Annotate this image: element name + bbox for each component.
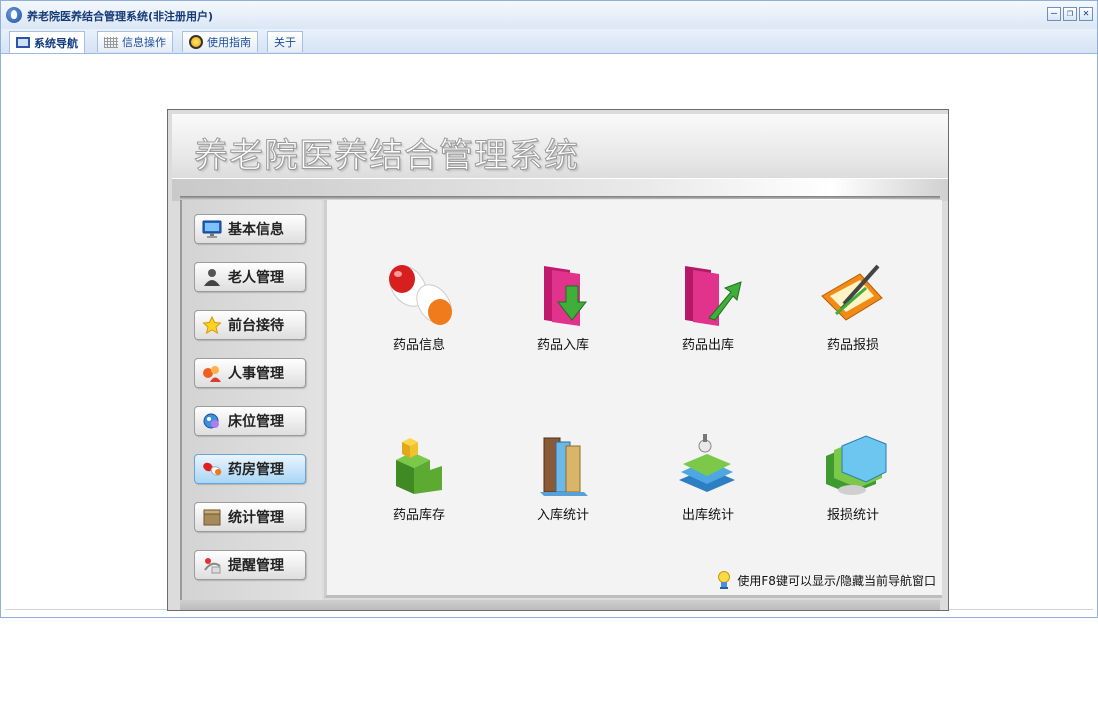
close-button[interactable]: ✕ (1079, 7, 1093, 21)
pencil-edit-icon (816, 262, 890, 328)
module-drug-info[interactable]: 药品信息 (364, 262, 474, 353)
sidebar-item-elder-management[interactable]: 老人管理 (194, 262, 306, 292)
module-label: 药品库存 (392, 508, 445, 523)
module-label: 药品信息 (392, 338, 445, 353)
sidebar-item-statistics[interactable]: 统计管理 (194, 502, 306, 532)
window-title: 养老院医养结合管理系统(非注册用户) (27, 10, 214, 23)
monitor-icon (202, 220, 222, 238)
f8-hint: 使用F8键可以显示/隐藏当前导航窗口 (717, 571, 936, 589)
module-outbound-stats[interactable]: 出库统计 (653, 432, 763, 523)
tab-label: 关于 (274, 36, 296, 49)
module-label: 药品出库 (681, 338, 734, 353)
bed-icon (202, 412, 222, 430)
module-loss-stats[interactable]: 报损统计 (798, 432, 908, 523)
pin-icon (202, 556, 222, 574)
sidebar-item-pharmacy[interactable]: 药房管理 (194, 454, 306, 484)
sidebar-item-front-desk[interactable]: 前台接待 (194, 310, 306, 340)
module-drug-stock[interactable]: 药品库存 (364, 432, 474, 523)
tab-system-nav[interactable]: 系统导航 (9, 31, 85, 53)
tab-label: 信息操作 (122, 36, 166, 49)
module-drug-outbound[interactable]: 药品出库 (653, 262, 763, 353)
sidebar-item-label: 前台接待 (228, 318, 284, 334)
pill-icon (202, 460, 222, 478)
sidebar-item-label: 基本信息 (228, 222, 284, 238)
tab-user-guide[interactable]: 使用指南 (182, 31, 258, 52)
staff-icon (202, 364, 222, 382)
guide-icon (189, 35, 203, 49)
module-drug-loss[interactable]: 药品报损 (798, 262, 908, 353)
box-icon (202, 508, 222, 526)
capsule-icon (382, 262, 456, 328)
title-bar: 养老院医养结合管理系统(非注册用户) – ❐ ✕ (1, 1, 1097, 30)
sidebar-item-reminders[interactable]: 提醒管理 (194, 550, 306, 580)
stack-icon (671, 432, 745, 498)
folder-down-icon (526, 262, 600, 328)
panel-bottom-strip (180, 600, 940, 610)
grid-icon (104, 36, 118, 48)
sidebar-item-label: 床位管理 (228, 414, 284, 430)
navigation-panel: 养老院医养结合管理系统 基本信息 老人管理 前台接待 人事管理 床位管理 药房管… (167, 109, 949, 611)
sidebar-item-personnel[interactable]: 人事管理 (194, 358, 306, 388)
tab-bar: 系统导航 信息操作 使用指南 关于 (1, 29, 1097, 54)
module-label: 药品入库 (536, 338, 589, 353)
banner-title: 养老院医养结合管理系统 (194, 136, 579, 177)
tab-about[interactable]: 关于 (267, 31, 303, 52)
restore-button[interactable]: ❐ (1063, 7, 1077, 21)
folder-out-icon (671, 262, 745, 328)
sidebar-item-label: 老人管理 (228, 270, 284, 286)
books-icon (526, 432, 600, 498)
sidebar-item-bed-management[interactable]: 床位管理 (194, 406, 306, 436)
window-controls: – ❐ ✕ (1047, 7, 1093, 21)
person-icon (202, 268, 222, 286)
sidebar: 基本信息 老人管理 前台接待 人事管理 床位管理 药房管理 统计管理 提醒管理 (180, 200, 322, 600)
folders-icon (816, 432, 890, 498)
module-label: 报损统计 (826, 508, 879, 523)
module-inbound-stats[interactable]: 入库统计 (508, 432, 618, 523)
sidebar-item-label: 药房管理 (228, 462, 284, 478)
sidebar-item-label: 提醒管理 (228, 558, 284, 574)
banner: 养老院医养结合管理系统 (172, 114, 948, 201)
tab-info-operation[interactable]: 信息操作 (97, 31, 173, 52)
module-drug-inbound[interactable]: 药品入库 (508, 262, 618, 353)
app-logo-icon (6, 7, 22, 23)
sidebar-item-label: 人事管理 (228, 366, 284, 382)
star-icon (202, 315, 222, 335)
module-label: 入库统计 (536, 508, 589, 523)
module-label: 药品报损 (826, 338, 879, 353)
lightbulb-icon (717, 571, 731, 589)
green-cube-icon (382, 432, 456, 498)
sidebar-item-label: 统计管理 (228, 510, 284, 526)
minimize-button[interactable]: – (1047, 7, 1061, 21)
tab-label: 系统导航 (34, 36, 78, 50)
module-label: 出库统计 (681, 508, 734, 523)
hint-text: 使用F8键可以显示/隐藏当前导航窗口 (737, 573, 936, 588)
module-grid: 药品信息 药品入库 药品出库 药品报损 药品库存 入库统计 出库统计 报损统计 … (324, 200, 942, 598)
tab-label: 使用指南 (207, 36, 251, 49)
sidebar-item-basic-info[interactable]: 基本信息 (194, 214, 306, 244)
banner-divider (180, 196, 940, 199)
monitor-icon (16, 37, 30, 48)
